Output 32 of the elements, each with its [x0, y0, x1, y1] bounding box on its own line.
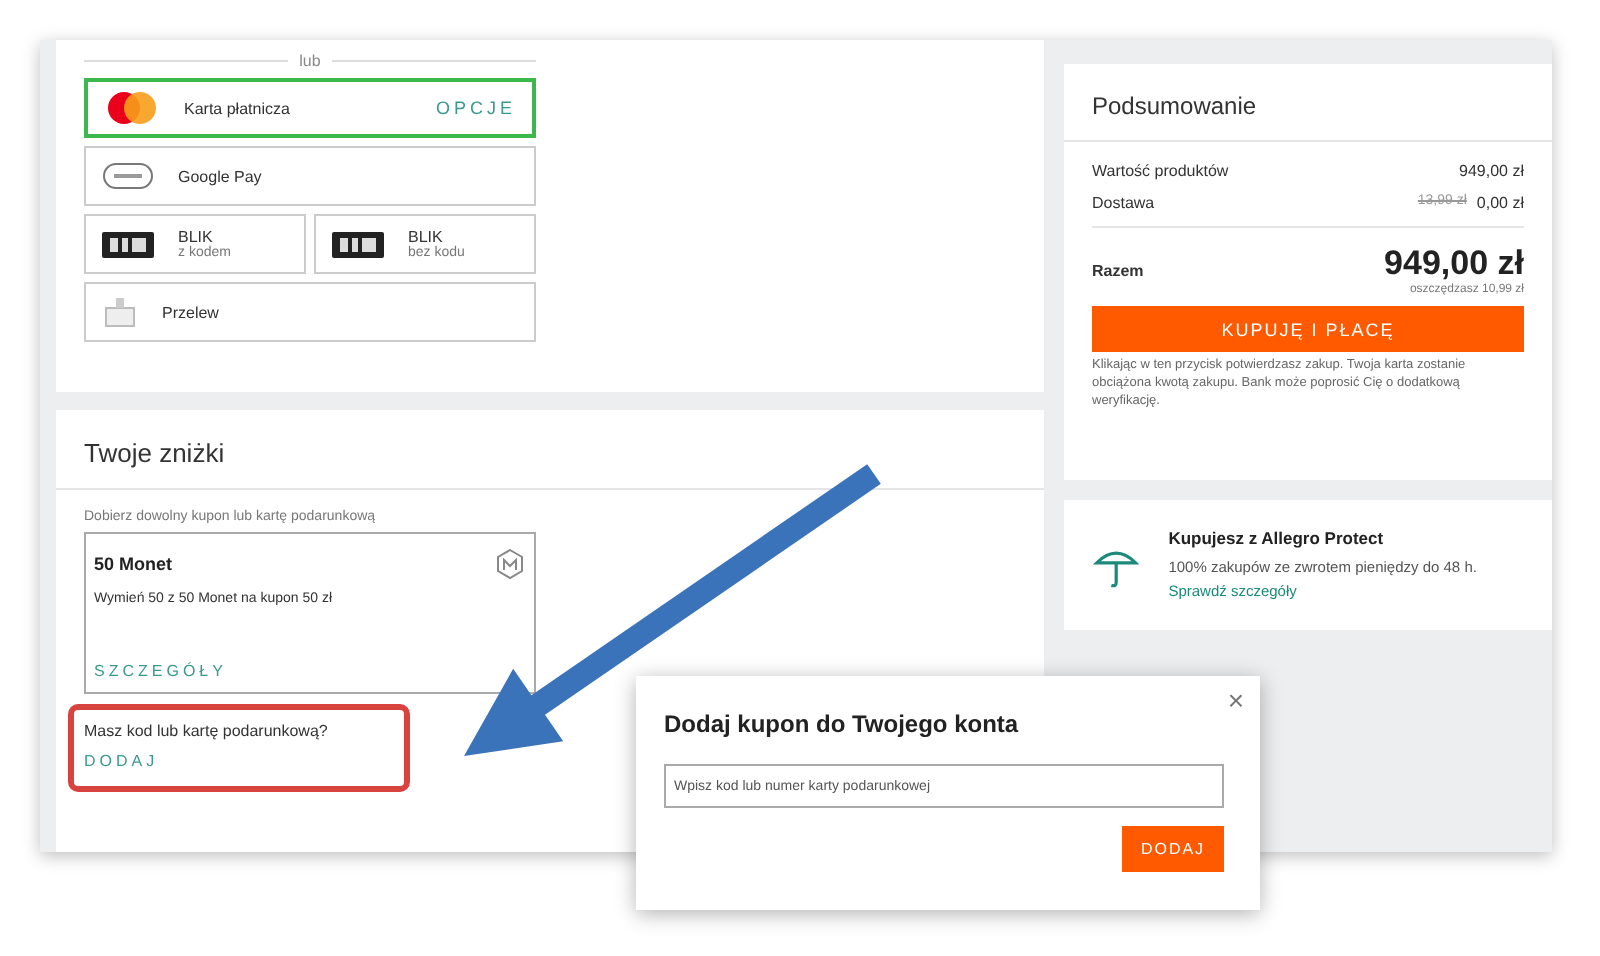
- code-question: Masz kod lub kartę podarunkową?: [84, 722, 330, 740]
- payment-option[interactable]: Karta płatnicza OPCJE: [84, 78, 536, 138]
- divider-label: lub: [299, 52, 321, 70]
- options-link[interactable]: OPCJE: [435, 98, 516, 118]
- dialog-title: Dodaj kupon do Twojego konta: [664, 710, 1021, 738]
- card-logo-icon: [104, 90, 160, 126]
- payment-option[interactable]: Przelew: [84, 282, 536, 342]
- details-link[interactable]: SZCZEGÓŁY: [94, 662, 227, 680]
- payment-label: Google Pay: [178, 167, 264, 185]
- blik-logo-icon: [102, 231, 154, 257]
- payment-label: Karta płatnicza: [184, 99, 292, 117]
- blik-logo-icon: [332, 231, 384, 257]
- summary-value: 0,00 zł: [1476, 194, 1524, 212]
- payment-label: Przelew: [162, 303, 221, 321]
- total-label: Razem: [1092, 261, 1144, 279]
- summary-value: 949,00 zł: [1459, 162, 1524, 180]
- wallet-badge-icon: [102, 162, 154, 190]
- payment-label: BLIK: [408, 228, 443, 246]
- protect-title: Kupujesz z Allegro Protect: [1168, 528, 1386, 549]
- buy-button[interactable]: KUPUJĘ I PŁACĘ: [1092, 306, 1524, 352]
- summary-label: Wartość produktów: [1092, 162, 1229, 180]
- bank-transfer-icon: [102, 294, 138, 330]
- add-button[interactable]: DODAJ: [1122, 826, 1224, 872]
- payment-label: BLIK: [178, 228, 213, 246]
- coupon-title: 50 Monet: [94, 554, 173, 574]
- summary-title: Podsumowanie: [1064, 64, 1552, 142]
- close-button[interactable]: ×: [1227, 684, 1244, 716]
- summary-label: Dostawa: [1092, 194, 1155, 212]
- hexagon-m-icon: [494, 548, 526, 580]
- add-code-link[interactable]: DODAJ: [84, 752, 159, 770]
- payment-option[interactable]: Google Pay: [84, 146, 536, 206]
- total-price: 949,00 zł: [1384, 244, 1524, 283]
